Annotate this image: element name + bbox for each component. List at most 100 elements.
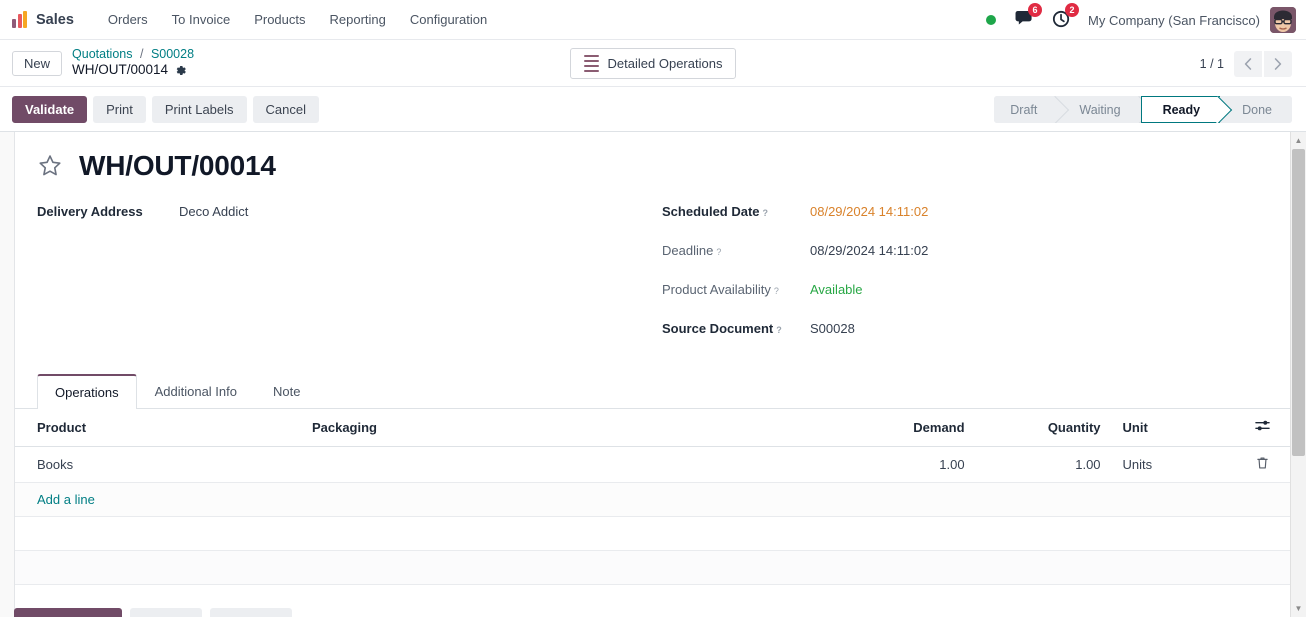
menu-item-products[interactable]: Products: [242, 3, 317, 36]
tab-additional-info[interactable]: Additional Info: [137, 374, 255, 409]
control-panel: New Quotations / S00028 WH/OUT/00014 Det…: [0, 40, 1306, 87]
activities-badge: 2: [1065, 2, 1080, 17]
form-column-right: Scheduled Date ? 08/29/2024 14:11:02 Dea…: [662, 204, 1269, 360]
tab-note[interactable]: Note: [255, 374, 318, 409]
scroll-up-arrow-icon[interactable]: ▲: [1291, 132, 1306, 149]
status-stages: Draft Waiting Ready Done: [994, 96, 1292, 123]
navbar-right-tools: 6 2 My Company (San Francisco): [976, 0, 1296, 40]
print-labels-button[interactable]: Print Labels: [151, 95, 247, 123]
form-column-left: Delivery Address Deco Addict: [37, 204, 662, 360]
field-value-source-document[interactable]: S00028: [810, 321, 855, 336]
pager-count: 1 / 1: [1199, 56, 1224, 71]
bottom-primary-button[interactable]: [14, 608, 122, 617]
cell-quantity[interactable]: 1.00: [972, 446, 1109, 483]
field-value-product-availability: Available: [810, 282, 863, 297]
company-switcher[interactable]: My Company (San Francisco): [1088, 13, 1260, 28]
field-label-scheduled-date: Scheduled Date ?: [662, 204, 810, 219]
empty-row: [15, 550, 1291, 585]
help-tooltip-icon[interactable]: ?: [763, 208, 769, 218]
label-text: Deadline: [662, 243, 714, 258]
breadcrumb-item-quotations[interactable]: Quotations: [72, 47, 132, 61]
field-source-document: Source Document ? S00028: [662, 321, 1269, 340]
scrollbar-track[interactable]: [1291, 149, 1306, 600]
activities-button[interactable]: 2: [1043, 2, 1080, 37]
menu-item-to-invoice[interactable]: To Invoice: [160, 3, 243, 36]
cancel-button[interactable]: Cancel: [252, 95, 319, 123]
app-name: Sales: [36, 11, 74, 28]
add-line-row[interactable]: Add a line: [15, 482, 1291, 517]
messages-button[interactable]: 6: [1006, 3, 1043, 36]
pager-next-button[interactable]: [1264, 50, 1292, 77]
print-button[interactable]: Print: [93, 95, 146, 123]
help-tooltip-icon[interactable]: ?: [716, 247, 721, 257]
table-head: Product Packaging Demand Quantity Unit: [15, 409, 1291, 447]
column-header-demand[interactable]: Demand: [836, 409, 973, 447]
menu-item-orders[interactable]: Orders: [96, 3, 160, 36]
trash-icon[interactable]: [1256, 457, 1269, 473]
star-outline-icon[interactable]: [37, 153, 63, 179]
empty-row: [15, 516, 1291, 551]
breadcrumb-current: WH/OUT/00014: [72, 62, 194, 79]
brand-home-link[interactable]: Sales: [12, 11, 74, 28]
new-button[interactable]: New: [12, 50, 63, 76]
field-delivery-address: Delivery Address Deco Addict: [37, 204, 662, 223]
control-panel-center: Detailed Operations: [0, 40, 1306, 87]
cell-unit[interactable]: Units: [1108, 446, 1245, 483]
online-status-dot: [986, 15, 997, 25]
column-header-product[interactable]: Product: [15, 409, 304, 447]
scroll-down-arrow-icon[interactable]: ▼: [1291, 600, 1306, 617]
stage-ready[interactable]: Ready: [1140, 96, 1221, 123]
user-avatar[interactable]: [1270, 7, 1296, 33]
breadcrumb-item-order[interactable]: S00028: [151, 47, 194, 61]
cell-packaging[interactable]: [303, 446, 837, 483]
column-header-packaging[interactable]: Packaging: [303, 409, 837, 447]
field-deadline: Deadline ? 08/29/2024 14:11:02: [662, 243, 1269, 262]
chevron-right-icon: [1274, 57, 1282, 70]
messages-badge: 6: [1028, 3, 1043, 17]
pager-previous-button[interactable]: [1234, 50, 1262, 77]
record-sheet: WH/OUT/00014 Delivery Address Deco Addic…: [14, 132, 1292, 617]
menu-item-reporting[interactable]: Reporting: [318, 3, 398, 36]
label-text: Product Availability: [662, 282, 771, 297]
field-value-scheduled-date[interactable]: 08/29/2024 14:11:02: [810, 204, 928, 219]
validate-button[interactable]: Validate: [12, 95, 88, 123]
stage-waiting[interactable]: Waiting: [1057, 96, 1141, 123]
page-title: WH/OUT/00014: [79, 150, 276, 181]
action-statusbar: Validate Print Print Labels Cancel Draft…: [0, 87, 1306, 132]
label-text: Scheduled Date: [662, 204, 760, 219]
column-header-quantity[interactable]: Quantity: [972, 409, 1109, 447]
notebook: Operations Additional Info Note Product …: [15, 374, 1291, 617]
menu-item-configuration[interactable]: Configuration: [398, 3, 499, 36]
add-a-line-link[interactable]: Add a line: [37, 492, 95, 507]
column-options-icon: [1255, 420, 1270, 436]
breadcrumb-separator: /: [139, 46, 144, 61]
vertical-scrollbar[interactable]: ▲ ▼: [1290, 132, 1306, 617]
cell-product[interactable]: Books: [15, 446, 304, 483]
bottom-secondary-button[interactable]: [130, 608, 202, 617]
odoo-bars-logo-icon: [12, 11, 27, 28]
operations-table: Product Packaging Demand Quantity Unit B…: [15, 409, 1291, 617]
pager: 1 / 1: [1200, 40, 1292, 87]
scrollbar-thumb[interactable]: [1291, 149, 1305, 456]
field-value-delivery-address[interactable]: Deco Addict: [179, 204, 248, 219]
field-scheduled-date: Scheduled Date ? 08/29/2024 14:11:02: [662, 204, 1269, 223]
breadcrumb-path: Quotations / S00028: [72, 47, 194, 63]
column-header-unit[interactable]: Unit: [1108, 409, 1245, 447]
field-value-deadline[interactable]: 08/29/2024 14:11:02: [810, 243, 928, 258]
detailed-operations-button[interactable]: Detailed Operations: [569, 47, 737, 80]
bottom-tertiary-button[interactable]: [210, 608, 292, 617]
stage-draft[interactable]: Draft: [994, 96, 1058, 123]
add-line-cell[interactable]: Add a line: [15, 482, 1291, 517]
breadcrumb-current-label: WH/OUT/00014: [72, 62, 169, 78]
optional-columns-button[interactable]: [1244, 409, 1291, 447]
gear-icon[interactable]: [174, 64, 187, 77]
cell-demand[interactable]: 1.00: [836, 446, 973, 483]
help-tooltip-icon[interactable]: ?: [774, 286, 779, 296]
bottom-action-buttons: [14, 608, 1284, 617]
notebook-tabs: Operations Additional Info Note: [15, 374, 1291, 409]
table-row[interactable]: Books 1.00 1.00 Units: [15, 446, 1291, 483]
help-tooltip-icon[interactable]: ?: [776, 325, 782, 335]
field-product-availability: Product Availability ? Available: [662, 282, 1269, 301]
tab-operations[interactable]: Operations: [37, 374, 137, 409]
cell-delete[interactable]: [1244, 446, 1291, 483]
